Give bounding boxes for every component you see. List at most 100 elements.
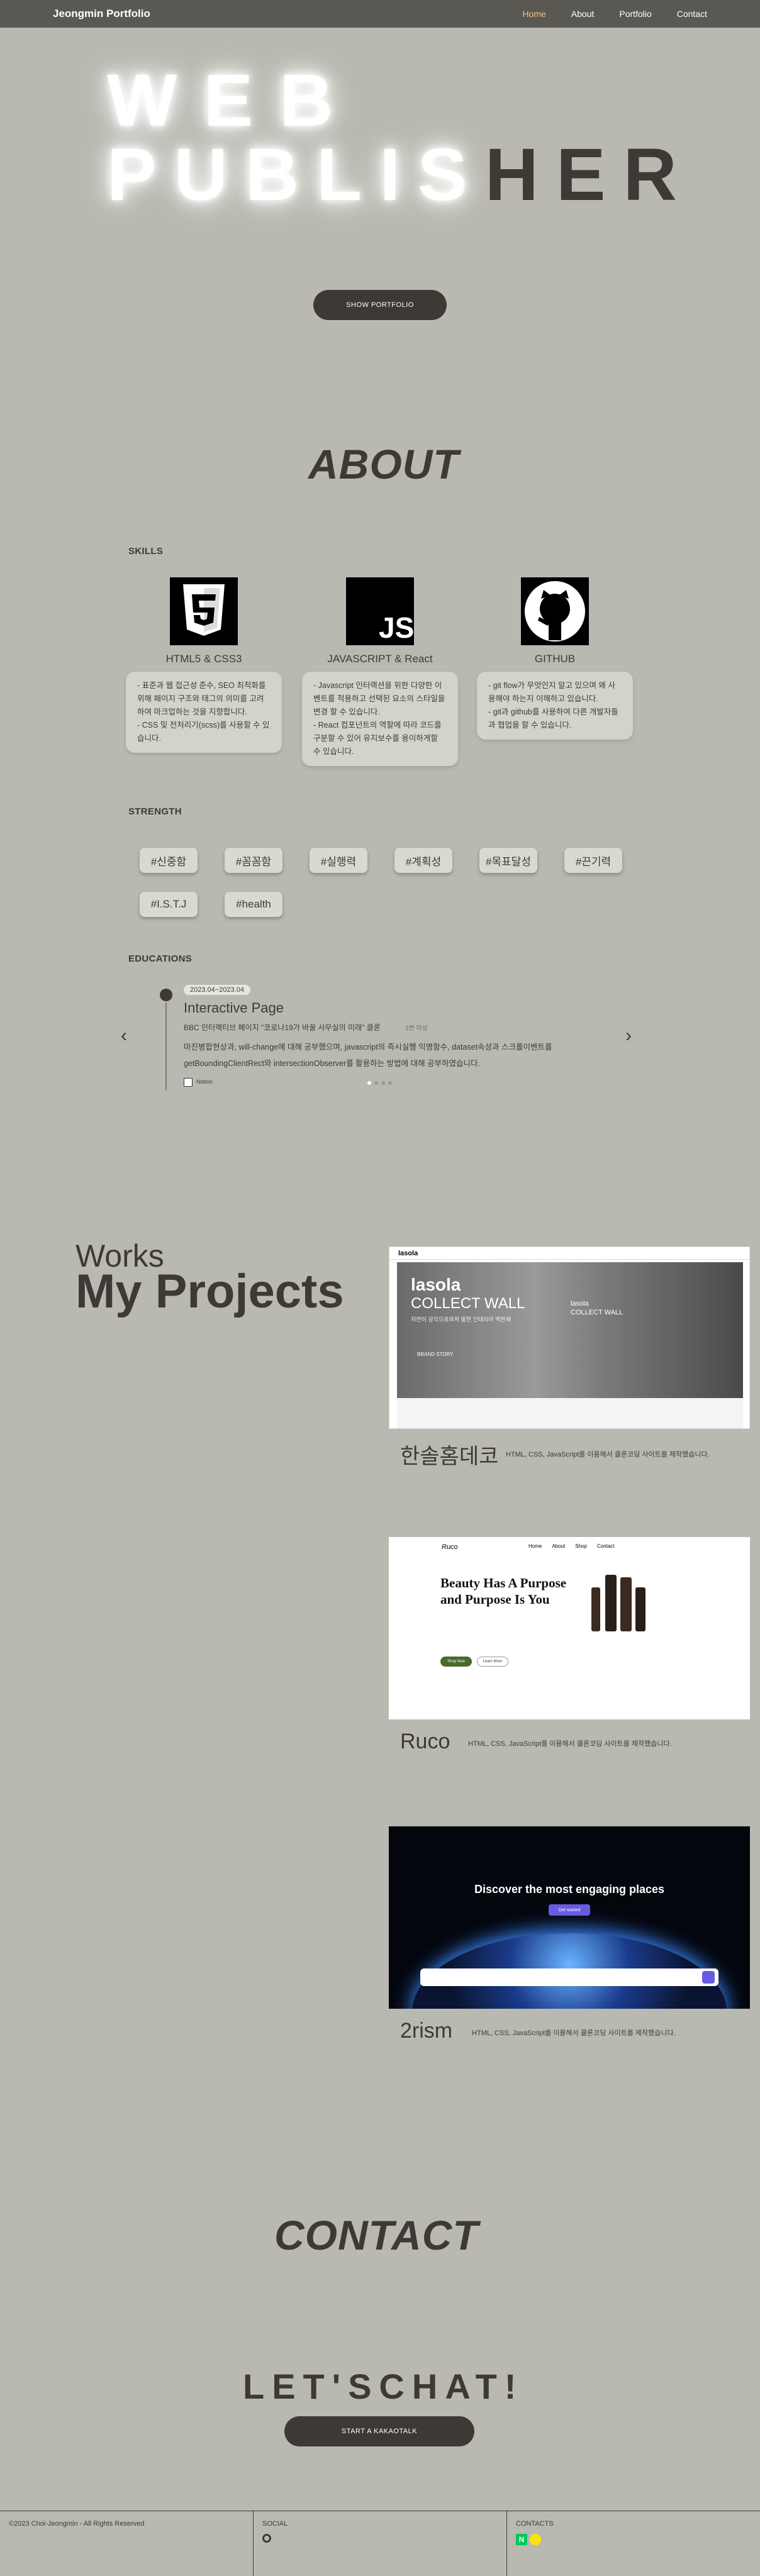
next-arrow-icon[interactable]: › [625,1025,632,1046]
skill-card-html: HTML5 & CSS3 - 표준과 웹 접근성 준수, SEO 최적화를 위해… [126,577,282,753]
contacts-label: CONTACTS [516,2520,554,2528]
project-screenshot-2rism[interactable]: Discover the most engaging places Get st… [389,1826,750,2009]
strength-tag: #health [225,892,282,917]
project-screenshot-hansol[interactable]: lasola lasola COLLECT WALL 자연이 감각으로와져 발현… [389,1246,750,1429]
screenshot-side1: lasola [571,1300,589,1307]
project-desc: HTML, CSS, JavaScript를 이용해서 클론코딩 사이트를 제작… [472,2029,676,2037]
education-details: 마진병합현상과, will-change에 대해 공부했으며, javascri… [184,1039,586,1072]
project-desc: HTML, CSS, JavaScript를 이용해서 클론코딩 사이트를 제작… [506,1451,710,1458]
footer-contacts-col: CONTACTS N [507,2511,760,2576]
screenshot-headline: Beauty Has A Purpose and Purpose Is You [440,1575,567,1607]
screenshot-nav-item: About [552,1543,566,1549]
project-screenshot-ruco[interactable]: Ruco Home About Shop Contact Beauty Has … [389,1537,750,1719]
screenshot-btn: Get started [549,1904,590,1916]
works-title: My Projects [75,1265,344,1318]
nav-menu: Home About Portfolio Contact [522,9,707,19]
svg-text:JS: JS [379,611,414,644]
education-title: Interactive Page [184,1000,284,1016]
skill-name: GITHUB [534,653,576,665]
skill-desc-line: - CSS 및 전처리기(scss)를 사용할 수 있습니다. [137,721,270,743]
contact-icons: N [516,2534,751,2545]
carousel-dot[interactable] [374,1081,378,1085]
carousel-dot[interactable] [388,1081,392,1085]
prev-arrow-icon[interactable]: ‹ [121,1025,127,1046]
project-name[interactable]: 2rism [400,2019,452,2043]
nav-home[interactable]: Home [522,9,545,19]
strength-label: STRENGTH [128,806,182,817]
carousel-dot-active[interactable] [367,1081,371,1085]
skill-desc-line: - 표준과 웹 접근성 준수, SEO 최적화를 위해 페이지 구조와 태그의 … [137,681,266,716]
skills-label: SKILLS [128,546,164,557]
contact-title: CONTACT [274,2212,479,2258]
education-badge: 1번 이상 [405,1025,428,1032]
strength-tag: #실행력 [310,848,367,873]
hero-line-publisher: PUBLISHER [107,132,695,218]
education-label: EDUCATIONS [128,953,193,964]
kakaotalk-button[interactable]: START A KAKAOTALK [284,2416,474,2446]
timeline-line [165,1002,167,1091]
footer-copyright-col: ©2023 Choi-Jeongmin - All Rights Reserve… [0,2511,254,2576]
hero-glow-text: PUBLIS [107,133,485,216]
screenshot-logo: lasola [398,1250,418,1257]
social-icon[interactable] [262,2534,271,2543]
screenshot-side2: COLLECT WALL [571,1309,623,1316]
strength-tag: #끈기력 [564,848,622,873]
education-period: 2023.04~2023.04 [184,985,250,995]
skill-name: JAVASCRIPT & React [327,653,433,665]
social-label: SOCIAL [262,2520,288,2528]
letschat-text: LET'SCHAT! [243,2367,524,2406]
education-icon [160,989,172,1001]
hero-line-web: WEB [107,59,360,142]
skill-card-github: GITHUB - git flow가 무엇인지 알고 있으며 왜 사용해야 하는… [477,577,633,740]
page: Jeongmin Portfolio Home About Portfolio … [0,0,760,2576]
screenshot-nav: Home About Shop Contact [528,1543,615,1549]
strength-tag: #목표달성 [479,848,537,873]
naver-icon[interactable]: N [516,2534,527,2545]
project-card[interactable]: Ruco Home About Shop Contact Beauty Has … [389,1537,750,1753]
education-subtitle: BBC 인터랙티브 페이지 "코로나19가 바꿀 사무실의 미래" 클론 [184,1023,381,1032]
skill-name: HTML5 & CSS3 [165,653,242,665]
strength-tag: #I.S.T.J [140,892,198,917]
project-card[interactable]: lasola lasola COLLECT WALL 자연이 감각으로와져 발현… [389,1246,750,1468]
javascript-icon: JS [346,577,414,645]
education-detail-line: 마진병합현상과, will-change에 대해 공부했으며, javascri… [184,1043,552,1052]
screenshot-headline: lasola [411,1275,461,1294]
skill-desc-line: - git과 github를 사용하여 다른 개발자들과 협업을 할 수 있습니… [488,708,618,730]
nav-portfolio[interactable]: Portfolio [619,9,651,19]
skill-desc-line: - Javascript 인터랙션을 위한 다양한 이벤트를 적용하고 선택된 … [313,681,445,716]
skill-card-javascript: JS JAVASCRIPT & React - Javascript 인터랙션을… [302,577,458,766]
html5-icon [170,577,238,645]
screenshot-logo: Ruco [442,1543,458,1551]
screenshot-tag: BRAND STORY [417,1352,454,1357]
nav-about[interactable]: About [571,9,595,19]
kakaotalk-icon[interactable] [530,2534,541,2545]
skill-desc-line: - React 컴포넌트의 역할에 따라 코드를 구분할 수 있어 유지보수를 … [313,721,442,756]
notion-icon[interactable] [184,1078,193,1087]
about-title: ABOUT [308,441,459,487]
brand-logo[interactable]: Jeongmin Portfolio [53,8,522,20]
copyright-text: ©2023 Choi-Jeongmin - All Rights Reserve… [9,2520,145,2528]
screenshot-nav-item: Shop [575,1543,587,1549]
hero-dark-text: HER [484,133,695,216]
nav-contact[interactable]: Contact [677,9,707,19]
skill-desc: - Javascript 인터랙션을 위한 다양한 이벤트를 적용하고 선택된 … [302,672,458,766]
screenshot-headline2: COLLECT WALL [411,1295,525,1312]
github-icon [521,577,589,645]
strength-tag: #신중함 [140,848,198,873]
screenshot-headline: Discover the most engaging places [474,1883,665,1896]
education-detail-line: getBoundingClientRect와 intersectionObser… [184,1059,481,1068]
project-card[interactable]: Discover the most engaging places Get st… [389,1826,750,2043]
screenshot-btn1: Shop Now [440,1657,472,1667]
project-name[interactable]: Ruco [400,1729,450,1754]
carousel-dot[interactable] [381,1081,385,1085]
footer: ©2023 Choi-Jeongmin - All Rights Reserve… [0,2511,760,2576]
screenshot-btn2: Learn More [477,1657,508,1667]
strength-tag: #계획성 [394,848,452,873]
footer-social-col: SOCIAL [254,2511,507,2576]
screenshot-sub: 자연이 감각으로와져 발현 인테리어 벽판재 [411,1316,511,1323]
education-source[interactable]: Notion [196,1079,213,1085]
top-nav: Jeongmin Portfolio Home About Portfolio … [0,0,760,28]
project-name[interactable]: 한솔홈데코 [400,1439,498,1470]
show-portfolio-button[interactable]: SHOW PORTFOLIO [313,290,447,320]
skill-desc: - 표준과 웹 접근성 준수, SEO 최적화를 위해 페이지 구조와 태그의 … [126,672,282,753]
